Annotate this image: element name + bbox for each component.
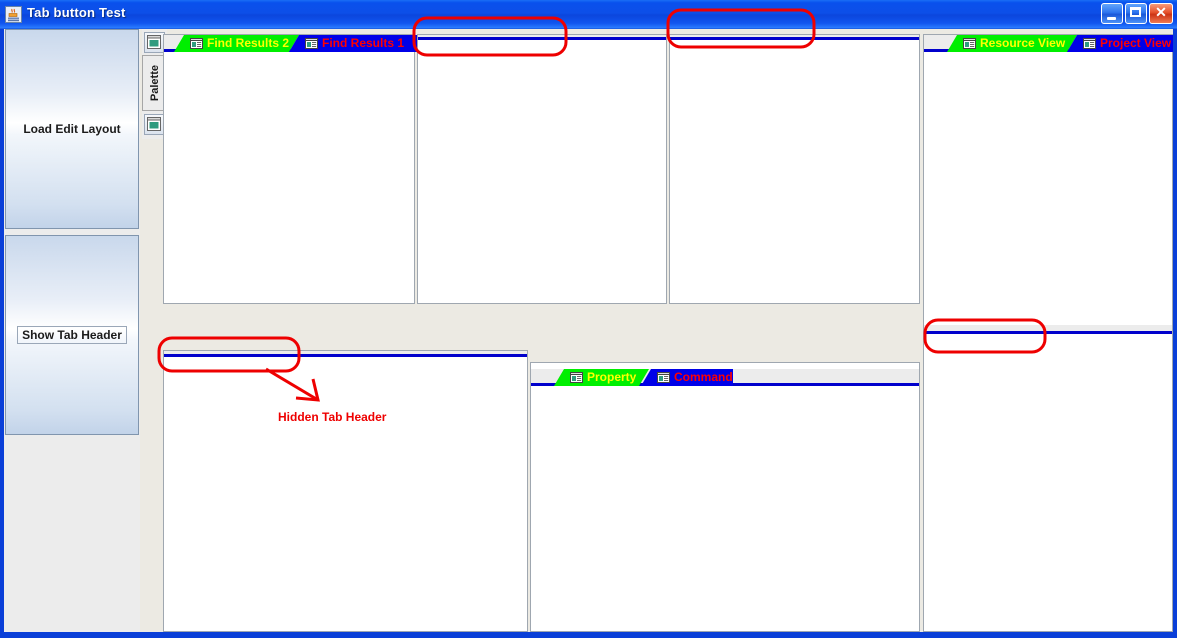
property-command-tabstrip: Property Command [531, 369, 919, 386]
property-command-content[interactable] [531, 389, 919, 631]
left-sidebar: Load Edit Layout Show Tab Header [4, 29, 140, 632]
document-window-icon [570, 372, 583, 383]
find-results-tabstrip: Find Results 2 Find Results 1 [164, 35, 417, 52]
tab-resource-view[interactable]: Resource View [947, 35, 1077, 52]
top-right-hidden-tabstrip [670, 35, 919, 40]
tab-label: Command [674, 370, 733, 384]
tab-label: Property [587, 370, 637, 384]
view-panel-content[interactable] [924, 55, 1172, 328]
document-window-icon [963, 38, 976, 49]
document-window-icon [190, 38, 203, 49]
bottom-left-hidden-tabstrip [164, 351, 527, 357]
view-tabstrip: Resource View Project View [924, 35, 1173, 52]
tab-find-results-2[interactable]: Find Results 2 [174, 35, 299, 52]
document-window-icon [1083, 38, 1096, 49]
load-edit-layout-label: Load Edit Layout [23, 122, 121, 136]
application-window: Tab button Test ✕ Load Edit Layout Show … [0, 0, 1177, 638]
bottom-left-content[interactable] [164, 360, 527, 631]
client-area: Load Edit Layout Show Tab Header Palette [4, 29, 1173, 632]
view-panel: Resource View Project View [923, 34, 1173, 329]
find-results-content[interactable] [164, 55, 414, 303]
close-icon: ✕ [1155, 4, 1167, 20]
load-edit-layout-button[interactable]: Load Edit Layout [5, 29, 139, 229]
tab-label: Find Results 1 [322, 36, 405, 50]
tab-find-results-1[interactable]: Find Results 1 [289, 35, 417, 52]
minimize-button[interactable] [1101, 3, 1123, 24]
palette-window-icon [147, 35, 161, 49]
document-window-icon [657, 372, 670, 383]
show-tab-header-button[interactable]: Show Tab Header [5, 235, 139, 435]
tab-project-view[interactable]: Project View [1067, 35, 1173, 52]
bottom-left-panel [163, 350, 528, 632]
bottom-right-content[interactable] [924, 337, 1172, 631]
tab-command[interactable]: Command [641, 369, 733, 386]
palette-window-icon-bottom[interactable] [144, 114, 165, 135]
maximize-button[interactable] [1125, 3, 1147, 24]
top-right-content[interactable] [670, 43, 919, 303]
maximize-icon [1130, 7, 1141, 17]
title-bar[interactable]: Tab button Test ✕ [0, 0, 1177, 29]
tab-label: Project View [1100, 36, 1172, 50]
bottom-right-hidden-tabstrip [924, 325, 1172, 334]
tab-label: Resource View [980, 36, 1066, 50]
palette-tab-label: Palette [149, 64, 161, 102]
close-button[interactable]: ✕ [1149, 3, 1173, 24]
top-right-inner-panel [669, 34, 920, 304]
window-controls: ✕ [1101, 3, 1173, 24]
palette-window-icon [147, 117, 161, 131]
minimize-icon [1107, 17, 1116, 20]
show-tab-header-label: Show Tab Header [17, 326, 127, 344]
top-middle-hidden-tabstrip [418, 35, 666, 40]
window-title: Tab button Test [27, 5, 126, 20]
property-command-panel: Property Command [530, 362, 920, 632]
find-results-panel: Find Results 2 Find Results 1 [163, 34, 417, 304]
java-coffee-cup-icon[interactable] [5, 6, 22, 23]
tab-property[interactable]: Property [554, 369, 649, 386]
palette-window-icon-top[interactable] [144, 32, 165, 53]
top-middle-panel [417, 34, 667, 304]
bottom-right-panel [923, 325, 1173, 632]
tab-label: Find Results 2 [207, 36, 290, 50]
document-window-icon [305, 38, 318, 49]
top-middle-content[interactable] [418, 43, 666, 303]
